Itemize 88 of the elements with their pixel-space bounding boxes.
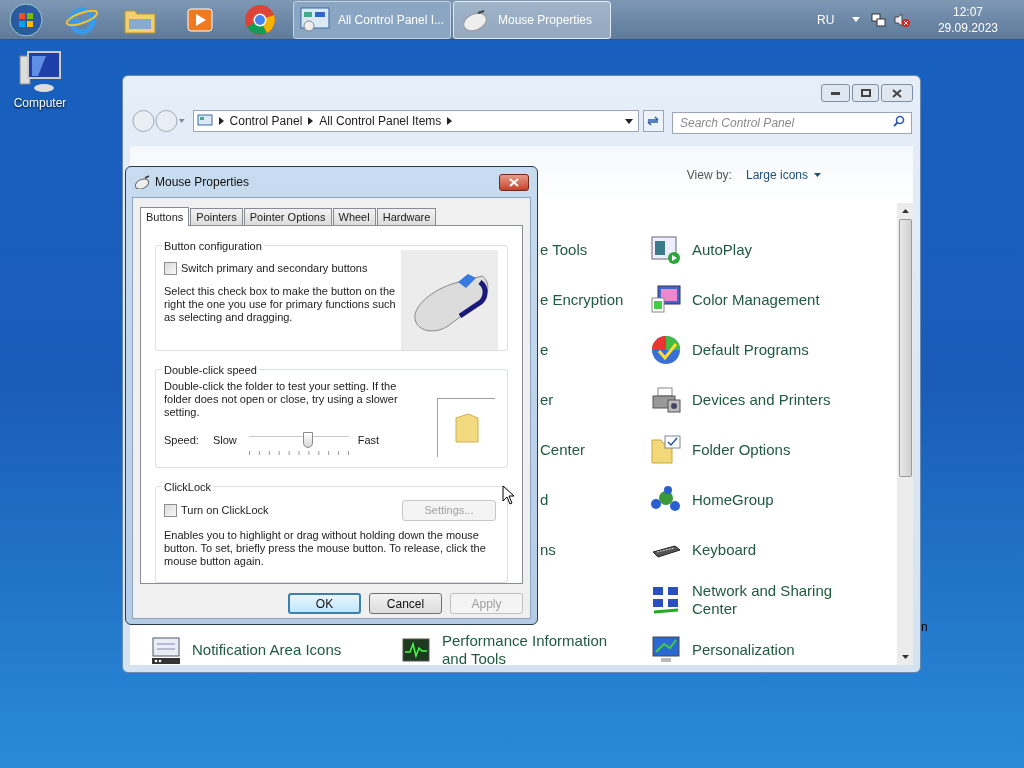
control-panel-item-label[interactable]: Devices and Printers [692, 391, 831, 409]
color-monitor-icon [650, 284, 682, 316]
control-panel-item-label[interactable]: Network and Sharing Center [692, 582, 872, 618]
globe-check-icon [650, 334, 682, 366]
checkbox[interactable] [164, 503, 177, 517]
control-panel-item-label[interactable]: e [540, 340, 549, 360]
personalization-monitor-icon [650, 634, 682, 665]
control-panel-icon [300, 5, 330, 34]
scrollbar-thumb[interactable] [898, 219, 912, 477]
clock-time: 12:07 [952, 3, 983, 20]
breadcrumb-link[interactable]: All Control Panel Items [319, 112, 442, 130]
mouse-cursor-icon [502, 485, 516, 505]
control-panel-item-label[interactable]: Color Management [692, 291, 820, 309]
description-text: Enables you to highlight or drag without holding down the mouse button. To set, briefly press the mouse button. To release, click the mouse button again. [164, 528, 487, 568]
tab[interactable]: Pointers [190, 208, 243, 225]
control-panel-item-label[interactable]: Notification Area Icons [192, 641, 342, 659]
close-button[interactable] [881, 84, 913, 102]
network-icon[interactable] [870, 11, 887, 28]
view-by-label: View by: [686, 166, 732, 184]
minimize-icon [831, 91, 840, 95]
search-icon[interactable] [893, 115, 905, 127]
maximize-icon [860, 89, 871, 97]
dropdown-caret-icon[interactable] [624, 118, 633, 124]
window-title: Mouse Properties [155, 174, 250, 191]
mouse-icon [460, 7, 490, 32]
scroll-down-icon[interactable] [901, 655, 909, 659]
speed-slider[interactable] [248, 432, 349, 456]
control-panel-item-label[interactable]: Default Programs [692, 341, 809, 359]
test-folder-area[interactable] [437, 398, 495, 457]
checkbox-label: Switch primary and secondary buttons [181, 261, 368, 276]
desktop-icon-label[interactable]: Computer [13, 94, 67, 112]
maximize-button[interactable] [852, 84, 879, 102]
clock-date: 29.09.2023 [937, 19, 998, 36]
tab[interactable]: Buttons [140, 207, 190, 226]
control-panel-item-label[interactable]: Folder Options [692, 441, 791, 459]
scroll-up-icon[interactable] [901, 209, 909, 213]
language-indicator[interactable]: RU [817, 10, 835, 29]
close-icon [509, 177, 519, 187]
window-text-fragment: n [921, 619, 928, 636]
description-text: Double-click the folder to test your setting. If the folder does not open or close, try using a slower setting. [164, 380, 399, 419]
speaker-muted-icon[interactable] [894, 11, 911, 28]
chevron-right-icon[interactable] [447, 117, 453, 125]
refresh-button[interactable] [642, 110, 664, 132]
folder-icon [453, 412, 480, 444]
autoplay-icon [650, 234, 682, 266]
slow-label: Slow [212, 432, 237, 448]
control-panel-item-label[interactable]: HomeGroup [692, 491, 774, 509]
slider-thumb[interactable] [302, 432, 313, 448]
address-bar[interactable]: Control Panel All Control Panel Items [192, 110, 639, 132]
chevron-right-icon[interactable] [308, 117, 314, 125]
close-button[interactable] [499, 173, 529, 191]
control-panel-item-label[interactable]: Center [540, 440, 586, 460]
control-panel-item-label[interactable]: e Tools [540, 240, 588, 260]
control-panel-item-label[interactable]: ns [540, 540, 556, 560]
control-panel-item-label[interactable]: Performance Information and Tools [442, 632, 622, 665]
start-button-icon[interactable] [9, 2, 43, 37]
refresh-icon [646, 115, 661, 127]
control-panel-item-label[interactable]: AutoPlay [692, 241, 753, 259]
control-panel-item-label[interactable]: e Encryption [540, 290, 624, 310]
dialog-button[interactable]: OK [288, 593, 361, 614]
view-by-dropdown[interactable]: Large icons [745, 165, 821, 184]
minimize-button[interactable] [821, 84, 850, 102]
control-panel-item-label[interactable]: d [540, 490, 549, 510]
computer-icon[interactable] [16, 50, 64, 94]
tab[interactable]: Pointer Options [243, 208, 332, 225]
mouse-icon [133, 175, 151, 189]
description-text: Select this check box to make the button on the right the one you use for primary functions such as selecting and dragging. [164, 284, 396, 324]
dialog-button[interactable]: Cancel [369, 593, 442, 614]
control-panel-item-label[interactable]: Keyboard [692, 541, 757, 559]
control-panel-icon [196, 114, 213, 128]
chevron-right-icon[interactable] [218, 117, 224, 125]
control-panel-item-label[interactable]: er [540, 390, 554, 410]
breadcrumb-link[interactable]: Control Panel [229, 112, 303, 130]
caret-down-icon [814, 172, 821, 177]
folder-check-icon [650, 434, 682, 466]
fast-label: Fast [357, 432, 380, 448]
checkbox[interactable] [164, 261, 177, 275]
control-panel-item-label[interactable]: Personalization [692, 641, 795, 659]
tab[interactable]: Hardware [376, 208, 437, 225]
caret-down-icon[interactable] [852, 17, 861, 22]
speed-label: Speed: [164, 432, 199, 448]
scrollbar[interactable] [897, 203, 913, 665]
checkbox-label: Turn on ClickLock [181, 502, 269, 518]
search-field[interactable]: Search Control Panel [672, 112, 912, 134]
tab[interactable]: Wheel [332, 208, 376, 225]
chrome-icon[interactable] [243, 2, 277, 37]
printer-camera-icon [650, 384, 682, 416]
close-icon [892, 88, 902, 98]
